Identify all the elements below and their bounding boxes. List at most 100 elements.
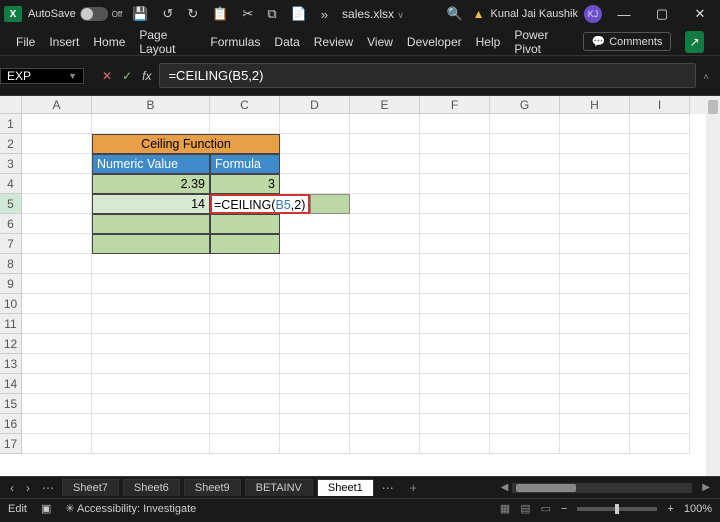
row-header[interactable]: 8 [0, 254, 22, 274]
cancel-formula-icon[interactable]: ✕ [102, 69, 112, 83]
worksheet-grid[interactable]: A B C D E F G H I 1 2 3 4 5 6 7 8 9 10 1… [0, 96, 720, 476]
row-header[interactable]: 15 [0, 394, 22, 414]
page-layout-view-icon[interactable]: ▤ [520, 502, 530, 515]
cell-d5-spill[interactable] [310, 194, 350, 214]
undo-icon[interactable]: ↺ [158, 6, 177, 22]
comments-button[interactable]: 💬 Comments [583, 32, 672, 51]
row-headers[interactable]: 1 2 3 4 5 6 7 8 9 10 11 12 13 14 15 16 1… [0, 114, 22, 454]
row-header[interactable]: 12 [0, 334, 22, 354]
zoom-slider-thumb[interactable] [615, 504, 619, 514]
sheet-more-icon[interactable]: ⋯ [378, 481, 398, 495]
col-header-d[interactable]: D [280, 96, 350, 114]
close-button[interactable]: ✕ [684, 6, 716, 22]
tab-power-pivot[interactable]: Power Pivot [514, 28, 568, 56]
maximize-button[interactable]: ▢ [646, 6, 678, 22]
accept-formula-icon[interactable]: ✓ [122, 69, 132, 83]
toggle-switch-icon[interactable] [80, 7, 108, 21]
tab-insert[interactable]: Insert [49, 35, 79, 49]
row-header[interactable]: 7 [0, 234, 22, 254]
zoom-slider[interactable] [577, 507, 657, 511]
formula-input[interactable]: =CEILING(B5,2) [159, 63, 696, 88]
row-header[interactable]: 11 [0, 314, 22, 334]
macro-record-icon[interactable]: ▣ [41, 502, 51, 515]
row-header[interactable]: 9 [0, 274, 22, 294]
page-break-view-icon[interactable]: ▭ [541, 502, 551, 515]
col-header-f[interactable]: F [420, 96, 490, 114]
cell-c6[interactable] [210, 214, 280, 234]
sheet-tab[interactable]: Sheet6 [123, 479, 180, 496]
row-header[interactable]: 14 [0, 374, 22, 394]
redo-icon[interactable]: ↻ [183, 6, 202, 22]
file-name[interactable]: sales.xlsx ∨ [342, 7, 404, 21]
sheet-tab[interactable]: Sheet9 [184, 479, 241, 496]
chevron-down-icon[interactable]: ▼ [68, 71, 77, 81]
minimize-button[interactable]: — [608, 7, 640, 22]
copy-icon[interactable]: ⧉ [263, 6, 280, 22]
cell-c7[interactable] [210, 234, 280, 254]
row-header[interactable]: 3 [0, 154, 22, 174]
tab-home[interactable]: Home [93, 35, 125, 49]
tab-view[interactable]: View [367, 35, 393, 49]
cell-c4[interactable]: 3 [210, 174, 280, 194]
hscroll-track[interactable] [512, 483, 692, 493]
tab-developer[interactable]: Developer [407, 35, 462, 49]
paste-icon[interactable]: 📄 [287, 6, 311, 22]
save-icon[interactable]: 💾 [128, 6, 152, 22]
row-header[interactable]: 6 [0, 214, 22, 234]
tab-help[interactable]: Help [476, 35, 501, 49]
cell-header-c3[interactable]: Formula [210, 154, 280, 174]
col-header-b[interactable]: B [92, 96, 210, 114]
tab-review[interactable]: Review [314, 35, 353, 49]
cell-b5[interactable]: 14 [92, 194, 210, 214]
cell-b7[interactable] [92, 234, 210, 254]
horizontal-scrollbar[interactable]: ◀ ▶ [429, 482, 714, 493]
zoom-out-button[interactable]: − [561, 503, 567, 515]
sheet-nav-more-icon[interactable]: ⋯ [38, 481, 58, 495]
new-sheet-button[interactable]: + [402, 481, 425, 495]
row-header[interactable]: 16 [0, 414, 22, 434]
col-header-e[interactable]: E [350, 96, 420, 114]
tab-page-layout[interactable]: Page Layout [139, 28, 196, 56]
row-header[interactable]: 13 [0, 354, 22, 374]
scrollbar-thumb[interactable] [708, 100, 718, 114]
zoom-level[interactable]: 100% [684, 503, 712, 515]
accessibility-status[interactable]: ✳ Accessibility: Investigate [65, 502, 196, 515]
col-header-c[interactable]: C [210, 96, 280, 114]
tab-file[interactable]: File [16, 35, 35, 49]
scroll-left-icon[interactable]: ◀ [497, 482, 513, 493]
fx-icon[interactable]: fx [142, 69, 151, 83]
scroll-right-icon[interactable]: ▶ [698, 482, 714, 493]
row-header[interactable]: 4 [0, 174, 22, 194]
column-headers[interactable]: A B C D E F G H I [22, 96, 706, 114]
expand-formula-bar-icon[interactable]: ˄ [696, 68, 716, 83]
cell-b6[interactable] [92, 214, 210, 234]
name-box[interactable]: EXP ▼ [0, 68, 84, 84]
sheet-nav-next-icon[interactable]: › [22, 481, 34, 495]
cells-area[interactable]: Ceiling Function Numeric ValueFormula 2.… [22, 114, 706, 454]
search-icon[interactable]: 🔍 [442, 6, 466, 22]
row-header[interactable]: 17 [0, 434, 22, 454]
zoom-in-button[interactable]: + [667, 503, 673, 515]
select-all-triangle[interactable] [0, 96, 22, 114]
cell-header-b3[interactable]: Numeric Value [92, 154, 210, 174]
tab-data[interactable]: Data [274, 35, 299, 49]
row-header[interactable]: 10 [0, 294, 22, 314]
cell-b4[interactable]: 2.39 [92, 174, 210, 194]
sheet-nav-prev-icon[interactable]: ‹ [6, 481, 18, 495]
cell-title[interactable]: Ceiling Function [92, 134, 280, 154]
account-button[interactable]: ▲ Kunal Jai Kaushik KJ [473, 5, 602, 23]
more-qat-icon[interactable]: » [317, 7, 332, 22]
row-header[interactable]: 1 [0, 114, 22, 134]
cut-icon[interactable]: ✂ [238, 6, 257, 22]
sheet-tab[interactable]: Sheet7 [62, 479, 119, 496]
col-header-g[interactable]: G [490, 96, 560, 114]
share-button[interactable]: ↗ [685, 31, 704, 53]
col-header-h[interactable]: H [560, 96, 630, 114]
tab-formulas[interactable]: Formulas [210, 35, 260, 49]
cell-c5-editing[interactable]: =CEILING(B5,2) [210, 194, 310, 214]
sheet-tab[interactable]: BETAINV [245, 479, 313, 496]
autosave-toggle[interactable]: AutoSave Off [28, 7, 122, 21]
col-header-a[interactable]: A [22, 96, 92, 114]
row-header[interactable]: 2 [0, 134, 22, 154]
vertical-scrollbar[interactable] [706, 96, 720, 476]
